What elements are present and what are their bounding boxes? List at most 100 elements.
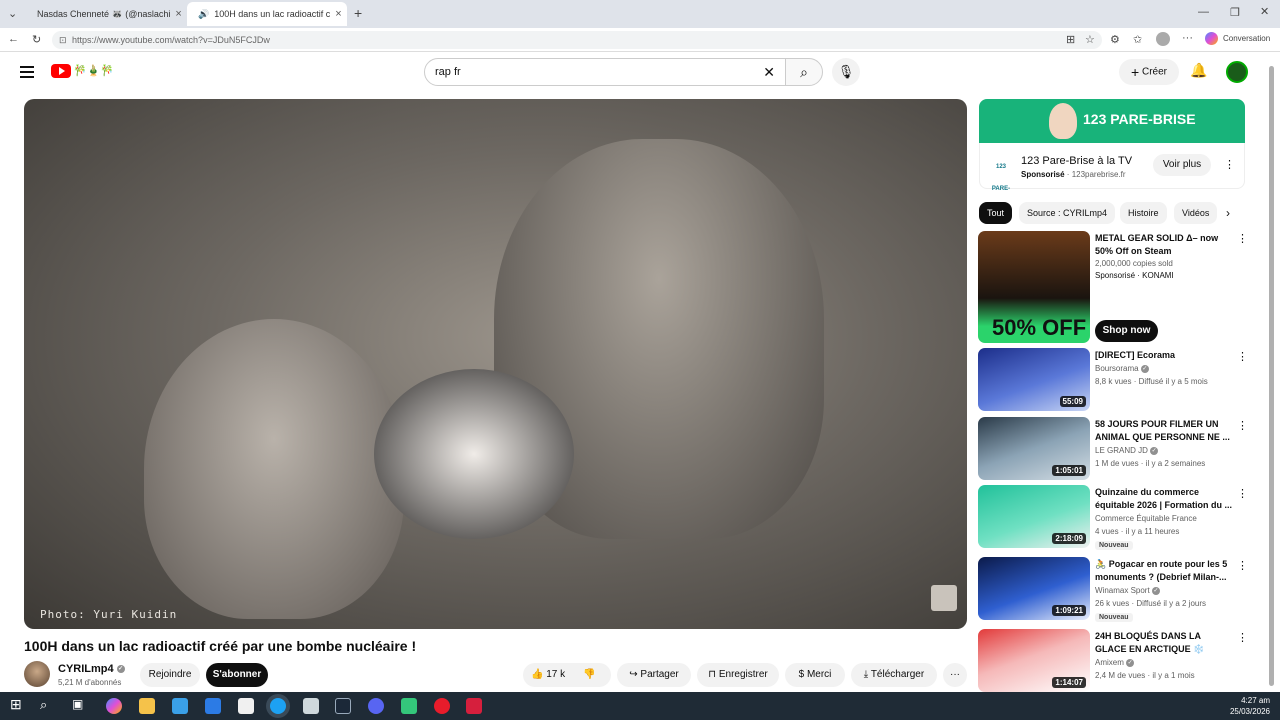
like-button[interactable]: 👍 17 k	[531, 669, 565, 680]
back-icon[interactable]: ←	[8, 33, 19, 45]
steam-icon[interactable]	[335, 698, 351, 714]
chip-all[interactable]: Tout	[979, 202, 1013, 224]
reco-thumbnail[interactable]: 50% OFF	[978, 231, 1090, 343]
hamburger-menu-icon[interactable]	[20, 66, 34, 78]
tab-list-icon[interactable]: ⌄	[8, 7, 17, 20]
reco-channel: Commerce Équitable France	[1095, 514, 1197, 523]
chip-history[interactable]: Histoire	[1120, 202, 1167, 224]
store-icon[interactable]	[172, 698, 188, 714]
favorites-icon[interactable]: ✩	[1133, 33, 1142, 46]
reco-menu-icon[interactable]: ⋮	[1237, 631, 1248, 644]
notepad-icon[interactable]	[238, 698, 254, 714]
reco-title[interactable]: 24H BLOQUÉS DANS LA GLACE EN ARCTIQUE ❄️	[1095, 630, 1233, 656]
youtube-logo-icon[interactable]	[51, 64, 71, 78]
reco-title[interactable]: METAL GEAR SOLID Δ– now 50% Off on Steam	[1095, 232, 1233, 258]
subscribe-button[interactable]: S'abonner	[206, 663, 268, 687]
reco-menu-icon[interactable]: ⋮	[1237, 232, 1248, 245]
doodle-icon[interactable]: 🎋🎍🎋	[73, 64, 114, 77]
verified-icon: ✓	[1151, 586, 1160, 595]
close-window-button[interactable]: ✕	[1260, 5, 1269, 18]
video-frame-dog	[374, 369, 574, 539]
chip-videos[interactable]: Vidéos	[1174, 202, 1218, 224]
reco-menu-icon[interactable]: ⋮	[1237, 350, 1248, 363]
close-tab-icon[interactable]: ×	[175, 8, 181, 20]
chip-source[interactable]: Source : CYRILmp4	[1019, 202, 1116, 224]
reco-title[interactable]: 58 JOURS POUR FILMER UN ANIMAL QUE PERSO…	[1095, 418, 1233, 444]
page-scrollbar[interactable]	[1268, 62, 1276, 692]
reco-menu-icon[interactable]: ⋮	[1237, 487, 1248, 500]
reco-menu-icon[interactable]: ⋮	[1237, 559, 1248, 572]
reco-channel: Winamax Sport ✓	[1095, 586, 1160, 595]
tab-youtube-video[interactable]: 🔊 100H dans un lac radioactif c ×	[187, 2, 347, 26]
more-icon[interactable]: ···	[1182, 32, 1193, 44]
profile-icon[interactable]	[1156, 32, 1170, 46]
download-button[interactable]: ⤓ Télécharger	[851, 663, 937, 687]
reco-meta: 1 M de vues · il y a 2 semaines	[1095, 459, 1206, 468]
thanks-button[interactable]: $ Merci	[785, 663, 845, 687]
reco-thumbnail[interactable]: 1:05:01	[978, 417, 1090, 480]
favorite-star-icon[interactable]: ☆	[1085, 33, 1095, 46]
opera-icon[interactable]	[434, 698, 450, 714]
search-button[interactable]: ⌕	[785, 58, 823, 86]
file-explorer-icon[interactable]	[139, 698, 155, 714]
conversation-button[interactable]: Conversation	[1223, 34, 1270, 43]
mail-icon[interactable]	[205, 698, 221, 714]
task-view-icon[interactable]: ▣	[72, 697, 88, 713]
create-button[interactable]: + Créer	[1119, 59, 1179, 85]
discord-icon[interactable]	[368, 698, 384, 714]
media-app-icon[interactable]	[466, 698, 482, 714]
reco-thumbnail[interactable]: 1:14:07	[978, 629, 1090, 692]
url-text: https://www.youtube.com/watch?v=JDuN5FCJ…	[72, 35, 270, 45]
more-actions-button[interactable]: ···	[943, 663, 967, 687]
save-button[interactable]: ⊓ Enregistrer	[697, 663, 779, 687]
url-field[interactable]: ⊡ https://www.youtube.com/watch?v=JDuN5F…	[52, 31, 1102, 49]
app-icon[interactable]	[401, 698, 417, 714]
reco-menu-icon[interactable]: ⋮	[1237, 419, 1248, 432]
extensions-icon[interactable]: ⚙	[1110, 33, 1120, 46]
browser-tab-bar: ⌄ Nasdas Chenneté 🦝 (@naslachi × 🔊 100H …	[0, 0, 1280, 28]
scrollbar-thumb[interactable]	[1269, 66, 1274, 686]
edge-icon[interactable]	[270, 698, 286, 714]
reco-thumbnail[interactable]: 1:09:21	[978, 557, 1090, 620]
notifications-bell-icon[interactable]: 🔔	[1190, 62, 1207, 79]
maximize-button[interactable]: ❐	[1230, 6, 1240, 19]
dislike-button[interactable]: 👎	[583, 663, 595, 687]
account-avatar[interactable]	[1226, 61, 1248, 83]
windows-start-icon[interactable]: ⊞	[10, 696, 26, 712]
chevron-right-icon[interactable]: ›	[1226, 206, 1230, 220]
clear-search-icon[interactable]: ✕	[763, 59, 775, 85]
share-button[interactable]: ↪ Partager	[617, 663, 691, 687]
search-input[interactable]: rap fr ✕	[424, 58, 786, 86]
thanks-icon: $	[798, 669, 805, 680]
ad-banner-image[interactable]: 123 PARE-BRISE	[979, 99, 1245, 143]
reco-meta: 2,4 M de vues · il y a 1 mois	[1095, 671, 1195, 680]
reco-title[interactable]: [DIRECT] Ecorama	[1095, 349, 1233, 362]
reco-title[interactable]: Quinzaine du commerce équitable 2026 | F…	[1095, 486, 1233, 512]
voice-search-button[interactable]: 🎙	[832, 58, 860, 86]
video-player[interactable]: Photo: Yuri Kuidin	[24, 99, 967, 629]
search-value: rap fr	[435, 66, 461, 78]
ad-title[interactable]: 123 Pare-Brise à la TV	[1021, 155, 1132, 167]
ad-cta-button[interactable]: Voir plus	[1153, 154, 1211, 176]
system-clock[interactable]: 4:27 am 25/03/2026	[1230, 695, 1270, 717]
close-tab-icon[interactable]: ×	[335, 8, 341, 20]
app-available-icon[interactable]: ⊞	[1066, 33, 1075, 46]
search-taskbar-icon[interactable]: ⌕	[40, 697, 56, 713]
terminal-icon[interactable]	[303, 698, 319, 714]
new-tab-button[interactable]: +	[354, 5, 362, 21]
site-info-icon[interactable]: ⊡	[59, 31, 67, 49]
reco-thumbnail[interactable]: 55:09	[978, 348, 1090, 411]
reco-thumbnail[interactable]: 2:18:09	[978, 485, 1090, 548]
copilot-taskbar-icon[interactable]	[106, 698, 122, 714]
refresh-icon[interactable]: ↻	[32, 33, 41, 46]
channel-name[interactable]: CYRILmp4 ✓	[58, 663, 125, 675]
ad-menu-icon[interactable]: ⋮	[1224, 158, 1235, 171]
tab-nasdas[interactable]: Nasdas Chenneté 🦝 (@naslachi ×	[26, 2, 186, 26]
shop-now-button[interactable]: Shop now	[1095, 320, 1158, 342]
minimize-button[interactable]: —	[1198, 6, 1209, 18]
channel-watermark[interactable]	[931, 585, 957, 611]
join-button[interactable]: Rejoindre	[140, 663, 200, 687]
channel-avatar[interactable]	[24, 661, 50, 687]
reco-title[interactable]: 🚴 Pogacar en route pour les 5 monuments …	[1095, 558, 1233, 584]
clock-date: 25/03/2026	[1229, 707, 1270, 716]
